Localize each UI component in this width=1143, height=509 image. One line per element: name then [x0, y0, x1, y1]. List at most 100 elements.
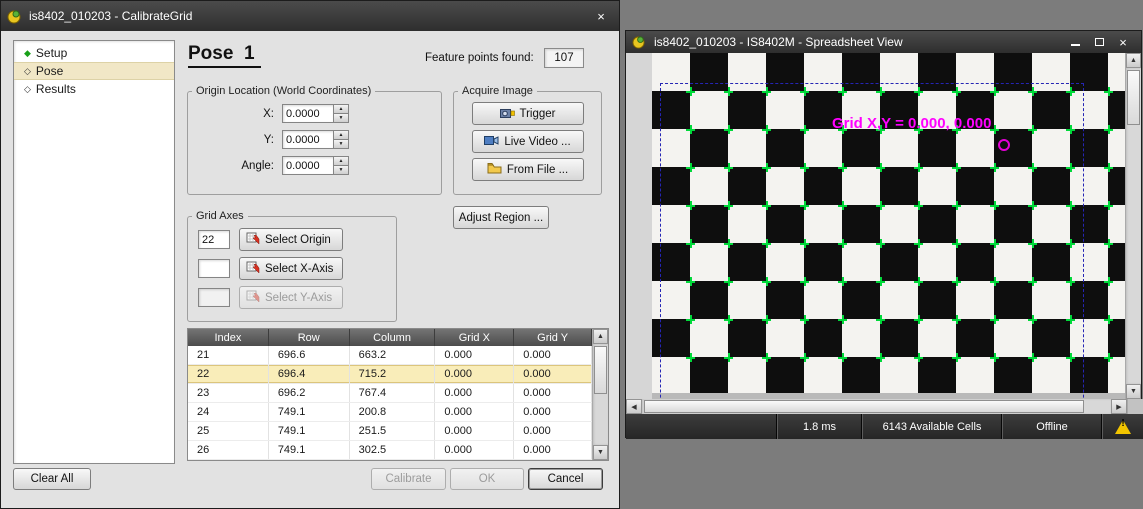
table-cell: 0.000 [435, 403, 514, 421]
spin-up-button[interactable]: ▲ [334, 104, 349, 114]
pose-heading: Pose 1 [188, 43, 261, 68]
col-header-grid-x[interactable]: Grid X [435, 329, 514, 346]
table-row[interactable]: 26749.1302.50.0000.000 [188, 441, 592, 460]
scroll-track[interactable] [1126, 68, 1141, 384]
feature-cross [1104, 87, 1113, 96]
folder-icon [487, 162, 502, 177]
table-header: Index Row Column Grid X Grid Y [188, 329, 592, 346]
spreadsheet-titlebar[interactable]: is8402_010203 - IS8402M - Spreadsheet Vi… [626, 31, 1141, 53]
calibrategrid-window: is8402_010203 - CalibrateGrid × ◆ Setup … [0, 0, 620, 509]
origin-index-input[interactable] [198, 230, 230, 249]
table-row[interactable]: 22696.4715.20.0000.000 [188, 365, 592, 384]
close-button[interactable]: × [589, 8, 613, 25]
x-input[interactable] [282, 104, 334, 123]
acquire-image-group: Acquire Image Trigger Live Video ... Fro… [453, 85, 602, 195]
minimize-button[interactable] [1063, 34, 1087, 51]
status-empty-segment [626, 414, 776, 439]
table-cell: 696.2 [269, 384, 350, 402]
minimize-icon [1071, 39, 1080, 46]
table-row[interactable]: 25749.1251.50.0000.000 [188, 422, 592, 441]
select-origin-label: Select Origin [265, 234, 331, 246]
live-video-button[interactable]: Live Video ... [472, 130, 584, 153]
table-cell: 0.000 [514, 346, 592, 364]
col-header-row[interactable]: Row [269, 329, 350, 346]
feature-cross [1104, 163, 1113, 172]
scroll-thumb[interactable] [644, 400, 1084, 413]
image-viewport[interactable]: Grid X,Y = 0.000, 0.000 [626, 53, 1127, 399]
cancel-button[interactable]: Cancel [528, 468, 603, 490]
col-header-column[interactable]: Column [350, 329, 436, 346]
available-cells: 6143 Available Cells [861, 414, 1001, 439]
tree-item-results[interactable]: ◇ Results [14, 80, 174, 98]
scroll-thumb[interactable] [1127, 70, 1140, 125]
table-cell: 696.6 [269, 346, 350, 364]
table-cell: 0.000 [514, 365, 592, 383]
adjust-region-button[interactable]: Adjust Region ... [453, 206, 549, 229]
table-cell: 302.5 [350, 441, 436, 459]
select-y-axis-button: Select Y-Axis [239, 286, 343, 309]
nav-tree: ◆ Setup ◇ Pose ◇ Results [13, 40, 175, 464]
angle-label: Angle: [198, 160, 274, 172]
scroll-thumb[interactable] [594, 346, 607, 394]
close-icon: × [597, 9, 605, 24]
spin-up-button[interactable]: ▲ [334, 156, 349, 166]
tree-item-setup[interactable]: ◆ Setup [14, 44, 174, 62]
table-cell: 22 [188, 365, 269, 383]
close-button[interactable]: × [1111, 34, 1135, 51]
y-input[interactable] [282, 130, 334, 149]
close-icon: × [1119, 35, 1127, 50]
table-cell: 25 [188, 422, 269, 440]
scroll-up-button[interactable]: ▲ [1126, 53, 1141, 68]
insight-app-icon [7, 8, 23, 24]
spin-down-button[interactable]: ▼ [334, 140, 349, 149]
table-cell: 749.1 [269, 422, 350, 440]
tree-item-pose[interactable]: ◇ Pose [14, 62, 174, 80]
table-scrollbar[interactable]: ▲ ▼ [592, 329, 608, 460]
col-header-index[interactable]: Index [188, 329, 269, 346]
angle-spinner: ▲▼ [282, 156, 349, 175]
select-x-axis-button[interactable]: Select X-Axis [239, 257, 343, 280]
table-cell: 0.000 [435, 346, 514, 364]
spin-up-button[interactable]: ▲ [334, 130, 349, 140]
table-cell: 26 [188, 441, 269, 459]
scroll-down-button[interactable]: ▼ [593, 445, 608, 460]
spin-down-button[interactable]: ▼ [334, 166, 349, 175]
trigger-label: Trigger [520, 108, 556, 120]
diamond-icon: ◇ [24, 67, 31, 76]
from-file-button[interactable]: From File ... [472, 158, 584, 181]
y-spinner: ▲▼ [282, 130, 349, 149]
scroll-up-button[interactable]: ▲ [593, 329, 608, 344]
table-cell: 0.000 [514, 441, 592, 459]
warning-segment[interactable]: ! [1101, 414, 1143, 439]
table-row[interactable]: 24749.1200.80.0000.000 [188, 403, 592, 422]
select-origin-button[interactable]: Select Origin [239, 228, 343, 251]
origin-location-legend: Origin Location (World Coordinates) [192, 85, 375, 97]
clear-all-button[interactable]: Clear All [13, 468, 91, 490]
scroll-down-button[interactable]: ▼ [1126, 384, 1141, 399]
scroll-left-button[interactable]: ◀ [626, 399, 642, 414]
angle-input[interactable] [282, 156, 334, 175]
table-row[interactable]: 21696.6663.20.0000.000 [188, 346, 592, 365]
grid-axes-legend: Grid Axes [192, 210, 248, 222]
scroll-track[interactable] [593, 344, 608, 445]
calibrategrid-titlebar[interactable]: is8402_010203 - CalibrateGrid × [1, 1, 619, 31]
col-header-grid-y[interactable]: Grid Y [514, 329, 592, 346]
spin-down-button[interactable]: ▼ [334, 114, 349, 123]
insight-app-icon [632, 34, 648, 50]
trigger-button[interactable]: Trigger [472, 102, 584, 125]
table-row[interactable]: 23696.2767.40.0000.000 [188, 384, 592, 403]
window-title: is8402_010203 - CalibrateGrid [29, 9, 589, 23]
acquire-image-legend: Acquire Image [458, 85, 537, 97]
table-cell: 0.000 [514, 422, 592, 440]
status-bar: 1.8 ms 6143 Available Cells Offline ! [626, 414, 1143, 439]
image-vertical-scrollbar[interactable]: ▲ ▼ [1125, 53, 1141, 399]
select-point-icon [246, 290, 260, 306]
image-horizontal-scrollbar[interactable]: ◀ ▶ [626, 399, 1127, 414]
maximize-icon [1095, 38, 1104, 46]
x-axis-index-input[interactable] [198, 259, 230, 278]
feature-table: Index Row Column Grid X Grid Y 21696.666… [187, 328, 609, 461]
maximize-button[interactable] [1087, 34, 1111, 51]
diamond-icon: ◆ [24, 49, 31, 58]
scroll-track[interactable] [642, 399, 1111, 414]
scroll-right-button[interactable]: ▶ [1111, 399, 1127, 414]
